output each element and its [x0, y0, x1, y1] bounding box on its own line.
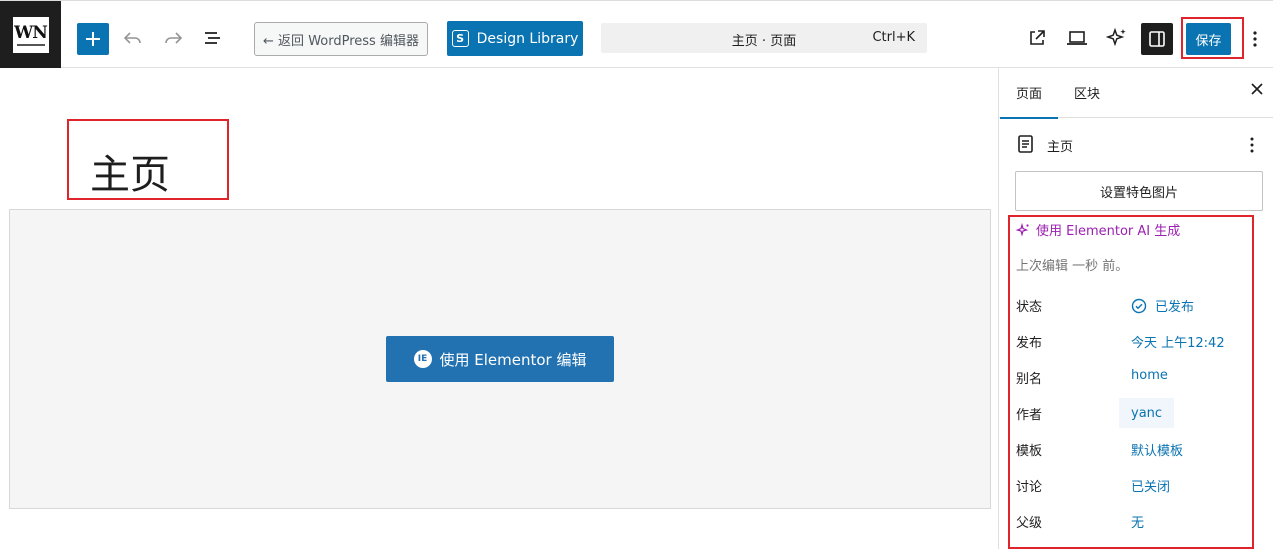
- close-sidebar-button[interactable]: [1247, 80, 1267, 100]
- sparkle-icon: [1106, 27, 1126, 47]
- page-actions-icon[interactable]: [1249, 136, 1255, 154]
- meta-value: 已发布: [1155, 300, 1195, 315]
- meta-row-template: 模板 默认模板: [1016, 434, 1256, 464]
- elementor-button-label: 使用 Elementor 编辑: [439, 350, 587, 369]
- set-featured-image-button[interactable]: 设置特色图片: [1015, 171, 1263, 211]
- elementor-icon: IE: [413, 350, 432, 368]
- meta-row-slug: 别名 home: [1016, 362, 1256, 392]
- meta-key: 别名: [1016, 372, 1043, 387]
- undo-button[interactable]: [121, 26, 145, 50]
- meta-key: 模板: [1016, 444, 1043, 459]
- meta-key: 作者: [1016, 408, 1043, 423]
- meta-key: 发布: [1016, 336, 1043, 351]
- page-name: 主页: [1047, 140, 1074, 155]
- meta-key: 讨论: [1016, 480, 1043, 495]
- design-library-icon: S: [451, 30, 469, 47]
- site-logo[interactable]: WN: [0, 1, 61, 69]
- design-library-button[interactable]: S Design Library: [447, 21, 583, 56]
- ai-link-label: 使用 Elementor AI 生成: [1036, 224, 1181, 239]
- edit-with-elementor-button[interactable]: IE 使用 Elementor 编辑: [386, 336, 614, 382]
- meta-row-status: 状态 已发布: [1016, 290, 1256, 320]
- title-highlight-box: [67, 119, 229, 200]
- laptop-icon: [1067, 31, 1087, 45]
- tab-block[interactable]: 区块: [1074, 83, 1100, 102]
- close-icon: [1251, 83, 1263, 95]
- meta-row-parent: 父级 无: [1016, 506, 1256, 536]
- sidebar-tabs: 页面 区块: [999, 68, 1273, 119]
- top-toolbar: WN ← 返回 WordPress 编辑器 S Design Library 主…: [0, 0, 1273, 69]
- save-highlight-box: [1181, 17, 1244, 59]
- author-button[interactable]: yanc: [1119, 398, 1175, 428]
- undo-icon: [123, 32, 141, 44]
- settings-sidebar: 页面 区块 主页 设置特色图片 使用 Elementor AI 生成 上次编辑 …: [998, 68, 1273, 549]
- page-icon: [1018, 135, 1033, 153]
- meta-row-discussion: 讨论 已关闭: [1016, 470, 1256, 500]
- design-library-label: Design Library: [476, 30, 579, 47]
- list-view-icon: [205, 32, 220, 44]
- logo-underline: [16, 43, 45, 46]
- discussion-button[interactable]: 已关闭: [1131, 476, 1170, 495]
- slug-button[interactable]: home: [1131, 368, 1168, 383]
- meta-key: 父级: [1016, 516, 1043, 531]
- back-to-wordpress-editor-button[interactable]: ← 返回 WordPress 编辑器: [254, 22, 428, 56]
- parent-button[interactable]: 无: [1131, 512, 1144, 531]
- settings-sidebar-toggle[interactable]: [1141, 23, 1173, 55]
- command-palette-bar[interactable]: 主页 · 页面 Ctrl+K: [601, 23, 927, 53]
- status-value-button[interactable]: 已发布: [1131, 296, 1194, 315]
- published-check-icon: [1131, 298, 1147, 313]
- editor-canvas: 主页 IE 使用 Elementor 编辑: [0, 68, 998, 549]
- view-page-button[interactable]: [1025, 26, 1049, 50]
- more-vertical-icon: [1253, 31, 1257, 47]
- elementor-placeholder-block: IE 使用 Elementor 编辑: [9, 209, 991, 509]
- tab-page[interactable]: 页面: [999, 83, 1059, 119]
- ai-sparkle-icon: [1016, 222, 1029, 237]
- options-menu-button[interactable]: [1248, 27, 1262, 51]
- redo-button[interactable]: [161, 26, 185, 50]
- logo-mark: WN: [12, 17, 49, 53]
- external-link-icon: [1030, 30, 1045, 45]
- meta-key: 状态: [1016, 300, 1043, 315]
- elementor-ai-link[interactable]: 使用 Elementor AI 生成: [1016, 220, 1180, 239]
- last-edited-text: 上次编辑 一秒 前。: [1016, 259, 1129, 274]
- add-block-button[interactable]: [77, 23, 109, 55]
- logo-text: WN: [14, 22, 48, 43]
- document-overview-button[interactable]: [201, 26, 225, 50]
- meta-row-publish: 发布 今天 上午12:42: [1016, 326, 1256, 356]
- page-summary-row: 主页: [1017, 133, 1262, 157]
- redo-icon: [165, 32, 183, 44]
- plus-icon: [86, 32, 100, 46]
- meta-row-author: 作者 yanc: [1016, 398, 1256, 428]
- device-preview-button[interactable]: [1065, 26, 1089, 50]
- sidebar-icon: [1149, 31, 1165, 47]
- command-shortcut: Ctrl+K: [872, 30, 915, 45]
- publish-date-button[interactable]: 今天 上午12:42: [1131, 332, 1225, 351]
- template-button[interactable]: 默认模板: [1131, 440, 1183, 459]
- ai-tools-button[interactable]: [1105, 26, 1129, 50]
